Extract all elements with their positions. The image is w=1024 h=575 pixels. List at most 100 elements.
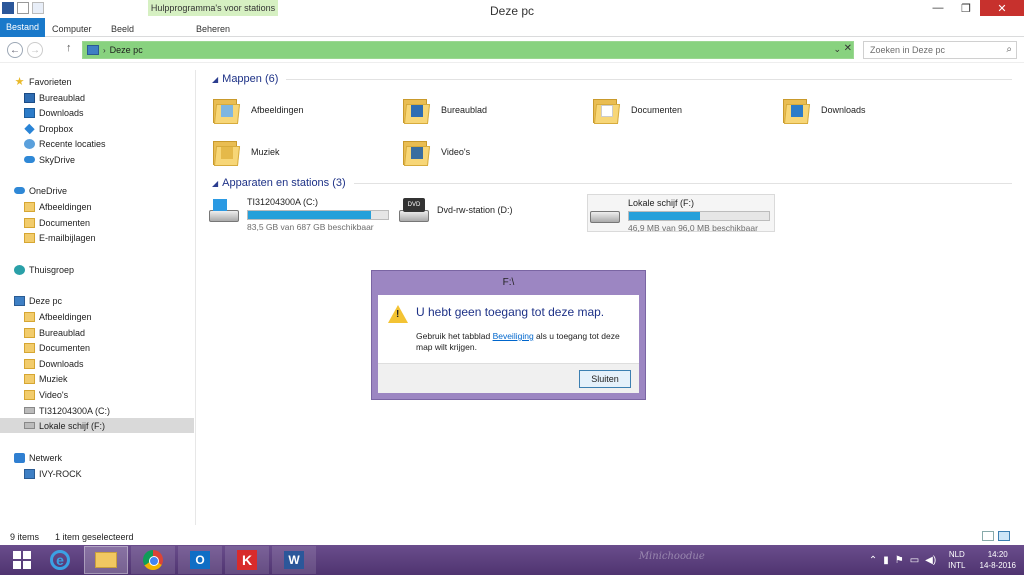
language-indicator[interactable]: NLD INTL: [948, 549, 965, 571]
power-icon[interactable]: ▭: [910, 555, 919, 566]
up-button[interactable]: ↑: [66, 42, 72, 54]
sidebar-item-od-afbeeldingen[interactable]: Afbeeldingen: [24, 199, 218, 214]
chevron-down-icon[interactable]: ◢: [212, 179, 218, 188]
details-view-icon[interactable]: [982, 531, 994, 541]
desktop-folder-icon: [401, 95, 431, 125]
group-header-devices[interactable]: ◢ Apparaten en stations (3): [212, 177, 1012, 189]
drive-f[interactable]: Lokale schijf (F:) 46,9 MB van 96,0 MB b…: [587, 194, 775, 233]
outlook-icon: O: [190, 551, 210, 569]
sidebar-item-deze-pc[interactable]: Deze pc: [14, 293, 208, 308]
folder-icon: [24, 358, 35, 369]
drive-free-space: 46,9 MB van 96,0 MB beschikbaar: [628, 223, 758, 233]
folder-muziek[interactable]: Muziek: [211, 132, 280, 172]
folder-documenten[interactable]: Documenten: [591, 90, 682, 130]
tab-bestand[interactable]: Bestand: [0, 18, 46, 37]
clock[interactable]: 14:20 14-8-2016: [980, 549, 1016, 571]
tab-computer[interactable]: Computer: [52, 21, 92, 37]
taskbar-word[interactable]: W: [272, 546, 316, 574]
sidebar-item-pc-documenten[interactable]: Documenten: [24, 340, 218, 355]
sidebar-item-favorieten[interactable]: ★ Favorieten: [14, 74, 208, 89]
navigation-pane: ★ Favorieten Bureaublad Downloads Dropbox…: [0, 70, 196, 525]
sidebar-item-thuisgroep[interactable]: Thuisgroep: [14, 262, 208, 277]
volume-icon[interactable]: ◀): [925, 555, 936, 566]
sidebar-item-netwerk[interactable]: Netwerk: [14, 450, 208, 465]
taskbar: e O K W Minichoodue ⌃ ▮ ⚑ ▭ ◀) NLD INTL …: [0, 545, 1024, 575]
ribbon-tabs: Bestand Computer Beeld Beheren: [0, 18, 1024, 37]
folder-icon: [24, 201, 35, 212]
sidebar-item-pc-downloads[interactable]: Downloads: [24, 356, 218, 371]
folder-bureaublad[interactable]: Bureaublad: [401, 90, 487, 130]
back-button[interactable]: ←: [7, 42, 23, 58]
close-icon[interactable]: ✕: [844, 43, 852, 54]
sidebar-item-skydrive[interactable]: SkyDrive: [24, 152, 218, 167]
warning-icon: !: [388, 305, 408, 323]
internet-explorer-icon: e: [50, 550, 70, 570]
taskbar-chrome[interactable]: [131, 546, 175, 574]
drive-d[interactable]: DVD Dvd-rw-station (D:): [397, 194, 585, 232]
drive-name: Lokale schijf (F:): [628, 198, 695, 208]
sidebar-item-ivy-rock[interactable]: IVY-ROCK: [24, 466, 218, 481]
group-header-folders[interactable]: ◢ Mappen (6): [212, 73, 1012, 85]
sidebar-item-pc-muziek[interactable]: Muziek: [24, 371, 218, 386]
sidebar-item-bureaublad[interactable]: Bureaublad: [24, 90, 218, 105]
sidebar-item-dropbox[interactable]: Dropbox: [24, 121, 218, 136]
chevron-down-icon[interactable]: ◢: [212, 75, 218, 84]
network-computer-icon: [24, 468, 35, 479]
drive-icon: [24, 407, 35, 414]
sidebar-item-recent[interactable]: Recente locaties: [24, 136, 218, 151]
divider: [353, 182, 1012, 184]
folder-afbeeldingen[interactable]: Afbeeldingen: [211, 90, 304, 130]
sidebar-item-pc-videos[interactable]: Video's: [24, 387, 218, 402]
minimize-button[interactable]: —: [924, 0, 952, 16]
sidebar-item-od-emailbijlagen[interactable]: E-mailbijlagen: [24, 230, 218, 245]
chevron-down-icon[interactable]: ⌄: [833, 44, 841, 55]
tab-beeld[interactable]: Beeld: [111, 21, 134, 37]
drive-name: Dvd-rw-station (D:): [437, 205, 513, 215]
sidebar-item-drive-f[interactable]: Lokale schijf (F:): [0, 418, 194, 433]
chevron-up-icon[interactable]: ⌃: [869, 555, 877, 566]
close-dialog-button[interactable]: Sluiten: [579, 370, 631, 388]
system-tray: Minichoodue ⌃ ▮ ⚑ ▭ ◀) NLD INTL 14:20 14…: [639, 545, 1024, 575]
downloads-folder-icon: [781, 95, 811, 125]
sidebar-item-drive-c[interactable]: TI31204300A (C:): [24, 403, 218, 418]
sidebar-item-pc-afbeeldingen[interactable]: Afbeeldingen: [24, 309, 218, 324]
desktop-icon: [24, 92, 35, 103]
watermark: Minichoodue: [638, 551, 705, 562]
large-icons-view-icon[interactable]: [998, 531, 1010, 541]
dialog-message: Gebruik het tabblad Beveiliging als u to…: [416, 331, 620, 352]
taskbar-outlook[interactable]: O: [178, 546, 222, 574]
security-tab-link[interactable]: Beveiliging: [493, 331, 534, 341]
tab-beheren[interactable]: Beheren: [196, 21, 230, 37]
search-input[interactable]: Zoeken in Deze pc ⌕: [863, 41, 1017, 59]
word-icon: W: [284, 551, 304, 569]
computer-icon: [14, 295, 25, 306]
search-icon[interactable]: ⌕: [1006, 44, 1012, 55]
folder-icon: [24, 342, 35, 353]
folder-icon: [24, 232, 35, 243]
sidebar-item-downloads[interactable]: Downloads: [24, 105, 218, 120]
drive-c[interactable]: TI31204300A (C:) 83,5 GB van 687 GB besc…: [207, 194, 395, 232]
network-icon[interactable]: ▮: [883, 555, 889, 566]
sidebar-item-od-documenten[interactable]: Documenten: [24, 215, 218, 230]
close-button[interactable]: ✕: [980, 0, 1024, 16]
flag-icon[interactable]: ⚑: [895, 555, 904, 566]
window-controls: — ❐ ✕: [924, 0, 1024, 16]
maximize-button[interactable]: ❐: [952, 0, 980, 16]
dialog-heading: U hebt geen toegang tot deze map.: [416, 305, 605, 319]
drive-usage-bar: [628, 211, 770, 221]
breadcrumb-separator-icon[interactable]: ›: [103, 46, 106, 55]
music-folder-icon: [24, 373, 35, 384]
sidebar-item-onedrive[interactable]: OneDrive: [14, 183, 208, 198]
taskbar-file-explorer[interactable]: [84, 546, 128, 574]
folder-downloads[interactable]: Downloads: [781, 90, 866, 130]
sidebar-item-pc-bureaublad[interactable]: Bureaublad: [24, 325, 218, 340]
divider: [286, 78, 1012, 80]
address-bar[interactable]: › Deze pc ⌄ ✕: [82, 41, 854, 59]
breadcrumb[interactable]: Deze pc: [110, 45, 143, 55]
drive-free-space: 83,5 GB van 687 GB beschikbaar: [247, 222, 374, 232]
taskbar-kaspersky[interactable]: K: [225, 546, 269, 574]
taskbar-internet-explorer[interactable]: e: [38, 546, 82, 574]
pictures-folder-icon: [211, 95, 241, 125]
folder-videos[interactable]: Video's: [401, 132, 470, 172]
forward-button[interactable]: →: [27, 42, 43, 58]
